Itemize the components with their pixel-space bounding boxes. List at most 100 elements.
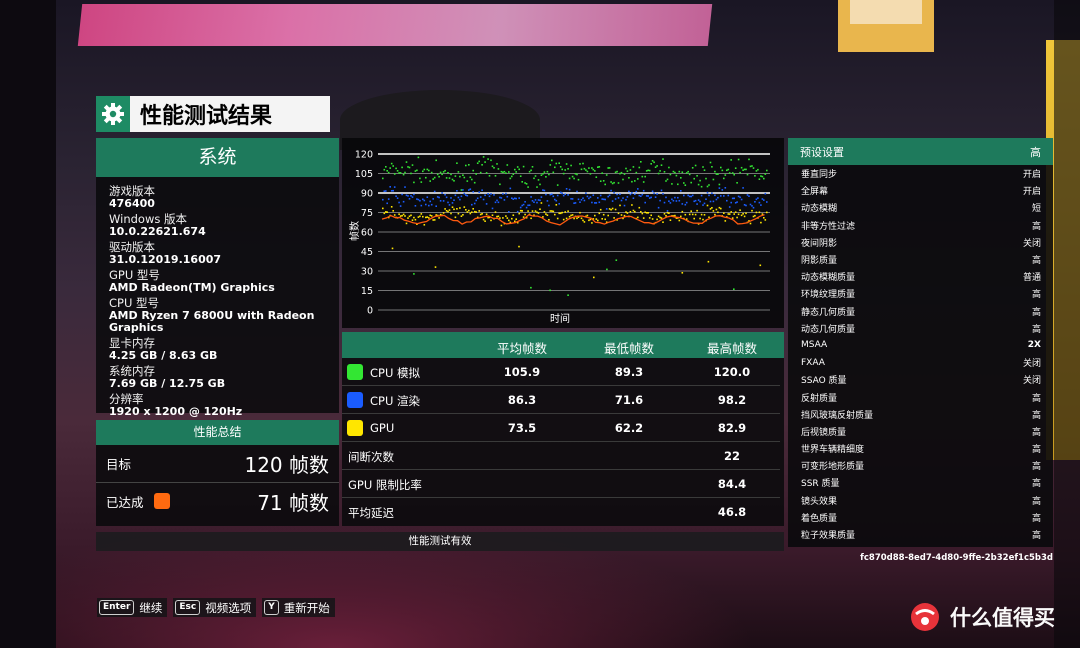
chart-point bbox=[531, 166, 534, 168]
chart-point bbox=[490, 159, 492, 162]
chart-point bbox=[617, 182, 620, 184]
chart-point bbox=[727, 194, 730, 197]
chart-point bbox=[726, 169, 728, 172]
chart-point bbox=[438, 196, 440, 199]
setting-value: 高 bbox=[1031, 256, 1041, 267]
setting-row: SSR 质量 高 bbox=[788, 474, 1053, 491]
chart-point bbox=[555, 199, 558, 202]
chart-point bbox=[405, 161, 408, 163]
chart-point bbox=[543, 171, 546, 173]
chart-point bbox=[530, 169, 532, 172]
chart-point bbox=[496, 199, 498, 202]
chart-point bbox=[383, 190, 386, 192]
chart-point bbox=[696, 209, 698, 212]
chart-point bbox=[678, 199, 681, 202]
chart-point bbox=[456, 190, 458, 192]
chart-point bbox=[663, 201, 666, 204]
chart-point bbox=[706, 185, 709, 188]
chart-point bbox=[654, 166, 657, 168]
chart-point bbox=[728, 172, 731, 174]
chart-point bbox=[534, 210, 537, 212]
chart-point bbox=[382, 177, 384, 180]
chart-point bbox=[647, 195, 649, 197]
chart-point bbox=[731, 197, 734, 200]
chart-point bbox=[537, 199, 540, 201]
chart-point bbox=[457, 171, 460, 173]
video-options-button[interactable]: Esc 视频选项 bbox=[173, 598, 257, 617]
chart-point bbox=[555, 204, 558, 206]
chart-point bbox=[484, 161, 486, 163]
chart-point bbox=[748, 158, 750, 161]
chart-point bbox=[460, 189, 463, 191]
chart-y-tick-label: 60 bbox=[361, 228, 373, 239]
system-item: 显卡内存 4.25 GB / 8.63 GB bbox=[109, 337, 339, 362]
chart-point bbox=[468, 164, 470, 166]
chart-point bbox=[491, 207, 494, 210]
chart-point bbox=[414, 218, 417, 221]
chart-point bbox=[562, 172, 565, 175]
chart-point bbox=[711, 166, 713, 168]
chart-point bbox=[435, 159, 437, 162]
chart-point bbox=[463, 176, 466, 179]
setting-label: 反射质量 bbox=[801, 393, 838, 404]
chart-point bbox=[697, 199, 700, 201]
chart-point bbox=[556, 194, 559, 197]
chart-point bbox=[561, 211, 563, 214]
chart-point bbox=[565, 217, 568, 220]
chart-point bbox=[465, 194, 467, 196]
chart-point bbox=[576, 190, 578, 193]
chart-y-tick-label: 15 bbox=[361, 286, 373, 297]
benchmark-valid-status: 性能测试有效 bbox=[96, 532, 784, 551]
chart-point bbox=[387, 171, 390, 174]
avg-value: 73.5 bbox=[507, 421, 537, 435]
restart-button[interactable]: Y 重新开始 bbox=[262, 598, 335, 617]
chart-point bbox=[694, 199, 697, 202]
chart-point bbox=[705, 177, 707, 180]
chart-point bbox=[715, 173, 718, 175]
chart-point bbox=[593, 276, 595, 279]
chart-point bbox=[702, 204, 704, 206]
chart-point bbox=[570, 214, 572, 217]
chart-point bbox=[462, 189, 464, 191]
setting-value: 高 bbox=[1031, 462, 1041, 473]
chart-point bbox=[484, 194, 486, 197]
system-item-value: AMD Ryzen 7 6800U with Radeon Graphics bbox=[109, 309, 315, 334]
chart-point bbox=[539, 208, 541, 210]
chart-point bbox=[546, 214, 549, 216]
max-value: 82.9 bbox=[717, 421, 747, 435]
chart-point bbox=[429, 200, 431, 203]
chart-point bbox=[758, 211, 761, 214]
setting-label: 动态几何质量 bbox=[801, 324, 856, 335]
chart-point bbox=[463, 192, 466, 195]
chart-point bbox=[582, 219, 584, 222]
setting-label: 挡风玻璃反射质量 bbox=[801, 410, 874, 421]
chart-point bbox=[445, 177, 448, 179]
chart-point bbox=[448, 209, 451, 211]
chart-point bbox=[665, 196, 667, 199]
chart-point bbox=[478, 191, 480, 193]
y-key-icon: Y bbox=[264, 600, 279, 615]
chart-point bbox=[516, 166, 519, 168]
chart-point bbox=[425, 216, 427, 219]
setting-row: 动态模糊 短 bbox=[788, 199, 1053, 216]
row-label: CPU 模拟 bbox=[370, 366, 421, 380]
setting-label: SSR 质量 bbox=[801, 479, 840, 490]
chart-point bbox=[739, 171, 741, 174]
setting-value: 关闭 bbox=[1022, 238, 1041, 249]
chart-point bbox=[733, 213, 735, 215]
setting-value: 高 bbox=[1031, 496, 1041, 507]
right-shade bbox=[1054, 0, 1080, 648]
chart-point bbox=[417, 216, 420, 218]
chart-point bbox=[703, 169, 706, 171]
chart-point bbox=[419, 177, 421, 180]
chart-point bbox=[481, 164, 483, 166]
continue-button[interactable]: Enter 继续 bbox=[97, 598, 168, 617]
chart-point bbox=[475, 173, 477, 175]
chart-point bbox=[629, 211, 632, 213]
chart-point bbox=[625, 211, 627, 213]
setting-value: 2X bbox=[1027, 340, 1041, 351]
achieved-label: 已达成 bbox=[106, 494, 144, 510]
chart-point bbox=[503, 199, 506, 201]
chart-point bbox=[475, 211, 477, 213]
chart-point bbox=[519, 209, 522, 212]
